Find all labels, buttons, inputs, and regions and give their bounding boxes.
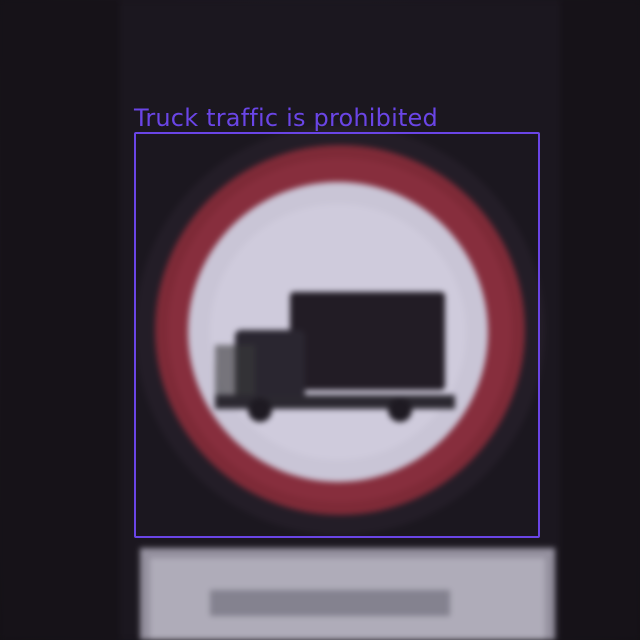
detection-label: Truck traffic is prohibited (134, 104, 438, 132)
right-shadow (560, 0, 640, 640)
left-shadow (0, 0, 120, 640)
lower-plate-text-smudge (210, 590, 450, 616)
detection-bounding-box (134, 132, 540, 538)
image-canvas: Truck traffic is prohibited (0, 0, 640, 640)
